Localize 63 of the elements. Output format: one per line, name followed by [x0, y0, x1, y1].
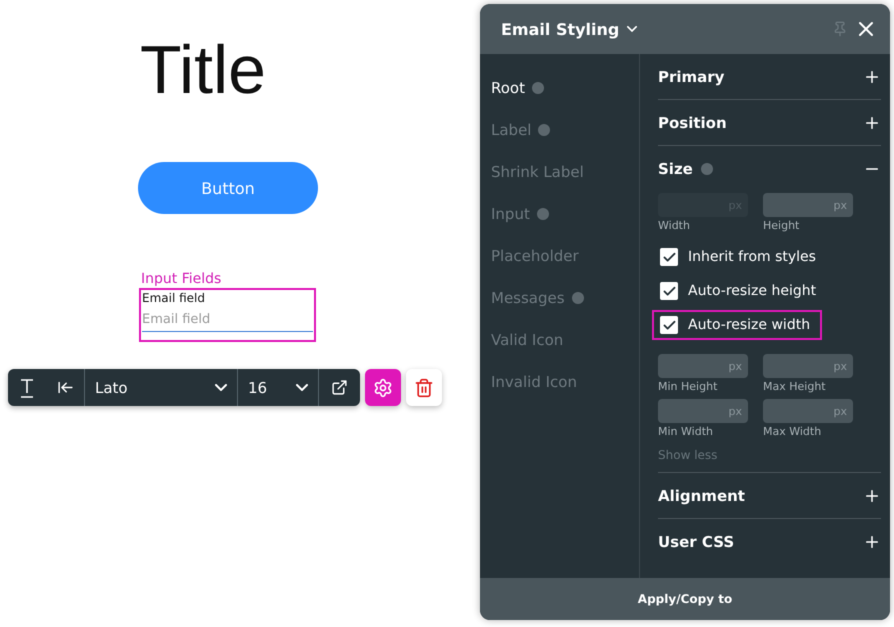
checkbox-row[interactable]: Auto-resize height: [652, 276, 828, 306]
section-header[interactable]: Size: [658, 146, 881, 191]
unit-field[interactable]: px: [763, 399, 853, 423]
part-item[interactable]: Label: [491, 109, 639, 151]
apply-button[interactable]: Apply/Copy to: [480, 578, 890, 620]
checkbox[interactable]: [660, 248, 678, 266]
section-title: Alignment: [658, 486, 745, 504]
unit-field[interactable]: px: [658, 399, 748, 423]
field-label: Min Height: [658, 380, 718, 393]
part-label: Root: [491, 79, 525, 97]
checkbox-row[interactable]: Auto-resize width: [652, 310, 822, 340]
field-label: Width: [658, 219, 691, 232]
checkbox[interactable]: [660, 316, 678, 334]
section-header[interactable]: Position: [658, 100, 881, 145]
section-title: User CSS: [658, 532, 734, 550]
part-label: Label: [491, 121, 532, 139]
caret-icon: [215, 384, 227, 392]
delete-button[interactable]: [406, 369, 442, 406]
checkbox-label: Inherit from styles: [688, 249, 816, 265]
checkbox-label: Auto-resize width: [688, 317, 810, 333]
checkbox-label: Auto-resize height: [688, 283, 816, 299]
part-label: Input: [491, 205, 530, 223]
section-title: Position: [658, 114, 727, 132]
checkbox-row[interactable]: Inherit from styles: [652, 242, 828, 272]
section-header[interactable]: User CSS: [658, 519, 881, 564]
part-label: Shrink Label: [491, 163, 584, 181]
part-item[interactable]: Valid Icon: [491, 319, 639, 361]
caret-icon: [296, 384, 308, 392]
part-item[interactable]: Input: [491, 193, 639, 235]
part-item[interactable]: Messages: [491, 277, 639, 319]
size-select[interactable]: 16: [237, 369, 318, 406]
part-item[interactable]: Shrink Label: [491, 151, 639, 193]
field-label: Max Height: [763, 380, 827, 393]
part-label: Messages: [491, 289, 565, 307]
settings-button[interactable]: [365, 369, 401, 406]
gear-icon: [373, 378, 393, 398]
unit-field[interactable]: px: [658, 354, 748, 378]
section-title: Primary: [658, 68, 724, 86]
part-label: Invalid Icon: [491, 373, 577, 391]
primary-button[interactable]: Button: [138, 162, 318, 214]
field-label: Min Width: [658, 425, 714, 438]
field-label: Height: [763, 219, 800, 232]
trash-icon: [414, 378, 434, 398]
section-header[interactable]: Primary: [658, 54, 881, 99]
show-less-link[interactable]: Show less: [658, 448, 718, 462]
section-header[interactable]: Alignment: [658, 473, 881, 518]
part-item[interactable]: Placeholder: [491, 235, 639, 277]
unit-field[interactable]: px: [763, 354, 853, 378]
panel-title[interactable]: Email Styling: [501, 20, 638, 38]
part-label: Valid Icon: [491, 331, 564, 349]
section-title: Size: [658, 160, 693, 178]
page-title: Title: [140, 31, 267, 110]
group-label: Input Fields: [141, 270, 222, 288]
checkbox[interactable]: [660, 282, 678, 300]
selection-frame[interactable]: Email field Email field: [139, 288, 316, 342]
part-item[interactable]: Invalid Icon: [491, 361, 639, 403]
part-item[interactable]: Root: [491, 67, 639, 109]
unit-field[interactable]: px: [763, 193, 853, 217]
field-label: Email field: [142, 290, 206, 306]
field-label: Max Width: [763, 425, 822, 438]
part-label: Placeholder: [491, 247, 579, 265]
caret-icon: [627, 26, 638, 32]
font-select[interactable]: Lato: [84, 369, 237, 406]
